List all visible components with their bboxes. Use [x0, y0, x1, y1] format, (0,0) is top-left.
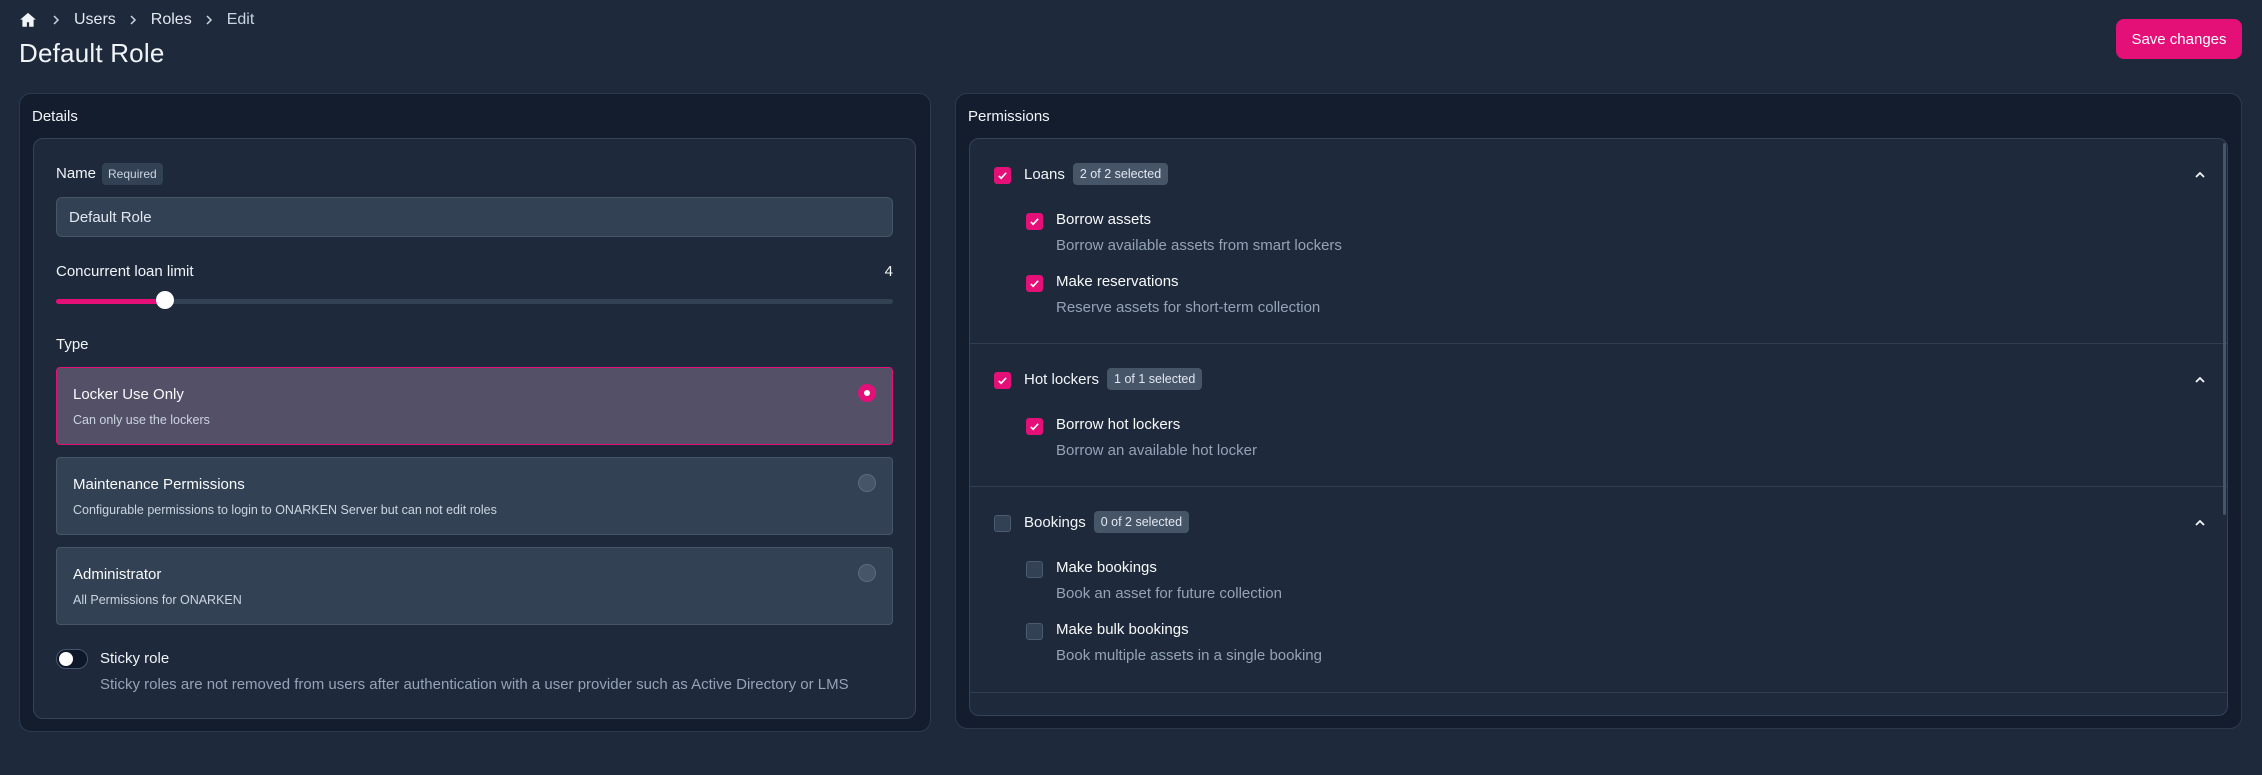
- chevron-up-icon[interactable]: [2192, 372, 2208, 388]
- permission-desc: Book an asset for future collection: [1056, 585, 1282, 602]
- permissions-list: Loans 2 of 2 selected Borrow assets Borr…: [969, 138, 2228, 716]
- radio-selected[interactable]: [858, 384, 876, 402]
- group-name: Bookings: [1024, 513, 1086, 531]
- permission-desc: Book multiple assets in a single booking: [1056, 647, 1322, 664]
- slider-fill: [56, 299, 165, 304]
- permission-group-loans: Loans 2 of 2 selected Borrow assets Borr…: [970, 139, 2227, 344]
- radio-unselected[interactable]: [858, 564, 876, 582]
- breadcrumb: Users Roles Edit: [19, 9, 254, 31]
- permission-desc: Borrow an available hot locker: [1056, 442, 1257, 459]
- sticky-role-toggle[interactable]: [56, 649, 88, 669]
- type-option-title: Administrator: [73, 566, 162, 583]
- loan-limit-slider[interactable]: [56, 291, 893, 309]
- permission-title: Borrow hot lockers: [1056, 416, 1181, 433]
- type-option-title: Locker Use Only: [73, 386, 184, 403]
- checkbox-unchecked-icon[interactable]: [994, 515, 1011, 532]
- permission-group-hot-lockers: Hot lockers 1 of 1 selected Borrow hot l…: [970, 344, 2227, 487]
- group-header: Bookings 0 of 2 selected: [1024, 511, 1190, 533]
- loan-limit-value: 4: [884, 263, 893, 280]
- name-label: Name: [56, 164, 97, 182]
- type-option-desc: Configurable permissions to login to ONA…: [73, 503, 497, 517]
- slider-thumb[interactable]: [155, 291, 174, 309]
- chevron-right-icon: [127, 14, 141, 26]
- permissions-title: Permissions: [968, 108, 1050, 125]
- type-option-title: Maintenance Permissions: [73, 476, 245, 493]
- group-name: Hot lockers: [1024, 370, 1100, 388]
- home-icon[interactable]: [19, 10, 39, 30]
- page-title: Default Role: [19, 38, 165, 68]
- name-label-row: Name Required: [56, 163, 163, 185]
- chevron-up-icon[interactable]: [2192, 167, 2208, 183]
- sticky-role-desc: Sticky roles are not removed from users …: [100, 676, 849, 693]
- selection-count-badge: 2 of 2 selected: [1072, 163, 1169, 185]
- scrollbar[interactable]: [2223, 143, 2226, 515]
- permission-title: Make bookings: [1056, 559, 1157, 576]
- chevron-right-icon: [50, 14, 64, 26]
- checkbox-checked-icon[interactable]: [994, 372, 1011, 389]
- permission-title: Make bulk bookings: [1056, 621, 1189, 638]
- checkbox-checked-icon[interactable]: [1026, 418, 1043, 435]
- permission-title: Make reservations: [1056, 273, 1179, 290]
- selection-count-badge: 1 of 1 selected: [1107, 368, 1203, 390]
- save-changes-button[interactable]: Save changes: [2116, 19, 2242, 59]
- checkbox-checked-icon[interactable]: [1026, 275, 1043, 292]
- details-panel: Details Name Required Default Role Concur…: [19, 93, 931, 732]
- name-input[interactable]: Default Role: [56, 197, 893, 237]
- checkbox-checked-icon[interactable]: [1026, 213, 1043, 230]
- radio-unselected[interactable]: [858, 474, 876, 492]
- group-name: Loans: [1024, 165, 1065, 183]
- required-badge: Required: [102, 163, 163, 185]
- permissions-panel: Permissions Loans 2 of 2 selected Borrow…: [955, 93, 2242, 729]
- chevron-up-icon[interactable]: [2192, 515, 2208, 531]
- type-option-desc: All Permissions for ONARKEN: [73, 593, 242, 607]
- permission-desc: Borrow available assets from smart locke…: [1056, 237, 1342, 254]
- details-title: Details: [32, 108, 78, 125]
- sticky-role-title: Sticky role: [100, 650, 170, 667]
- type-option-desc: Can only use the lockers: [73, 413, 210, 427]
- checkbox-checked-icon[interactable]: [994, 167, 1011, 184]
- selection-count-badge: 0 of 2 selected: [1093, 511, 1190, 533]
- group-header: Hot lockers 1 of 1 selected: [1024, 368, 1203, 390]
- type-label: Type: [56, 336, 89, 353]
- breadcrumb-users[interactable]: Users: [74, 11, 116, 29]
- toggle-knob: [59, 652, 73, 666]
- type-option-administrator[interactable]: Administrator All Permissions for ONARKE…: [56, 547, 893, 625]
- breadcrumb-edit: Edit: [226, 11, 255, 28]
- permission-title: Borrow assets: [1056, 211, 1152, 228]
- checkbox-unchecked-icon[interactable]: [1026, 623, 1043, 640]
- type-option-maintenance-permissions[interactable]: Maintenance Permissions Configurable per…: [56, 457, 893, 535]
- permission-group-bookings: Bookings 0 of 2 selected Make bookings B…: [970, 487, 2227, 693]
- breadcrumb-roles[interactable]: Roles: [151, 11, 192, 29]
- group-header: Loans 2 of 2 selected: [1024, 163, 1169, 185]
- chevron-right-icon: [203, 14, 217, 26]
- permission-desc: Reserve assets for short-term collection: [1056, 299, 1321, 316]
- checkbox-unchecked-icon[interactable]: [1026, 561, 1043, 578]
- details-card: Name Required Default Role Concurrent loa…: [33, 138, 916, 719]
- loan-limit-label: Concurrent loan limit: [56, 263, 194, 280]
- type-option-locker-use-only[interactable]: Locker Use Only Can only use the lockers: [56, 367, 893, 445]
